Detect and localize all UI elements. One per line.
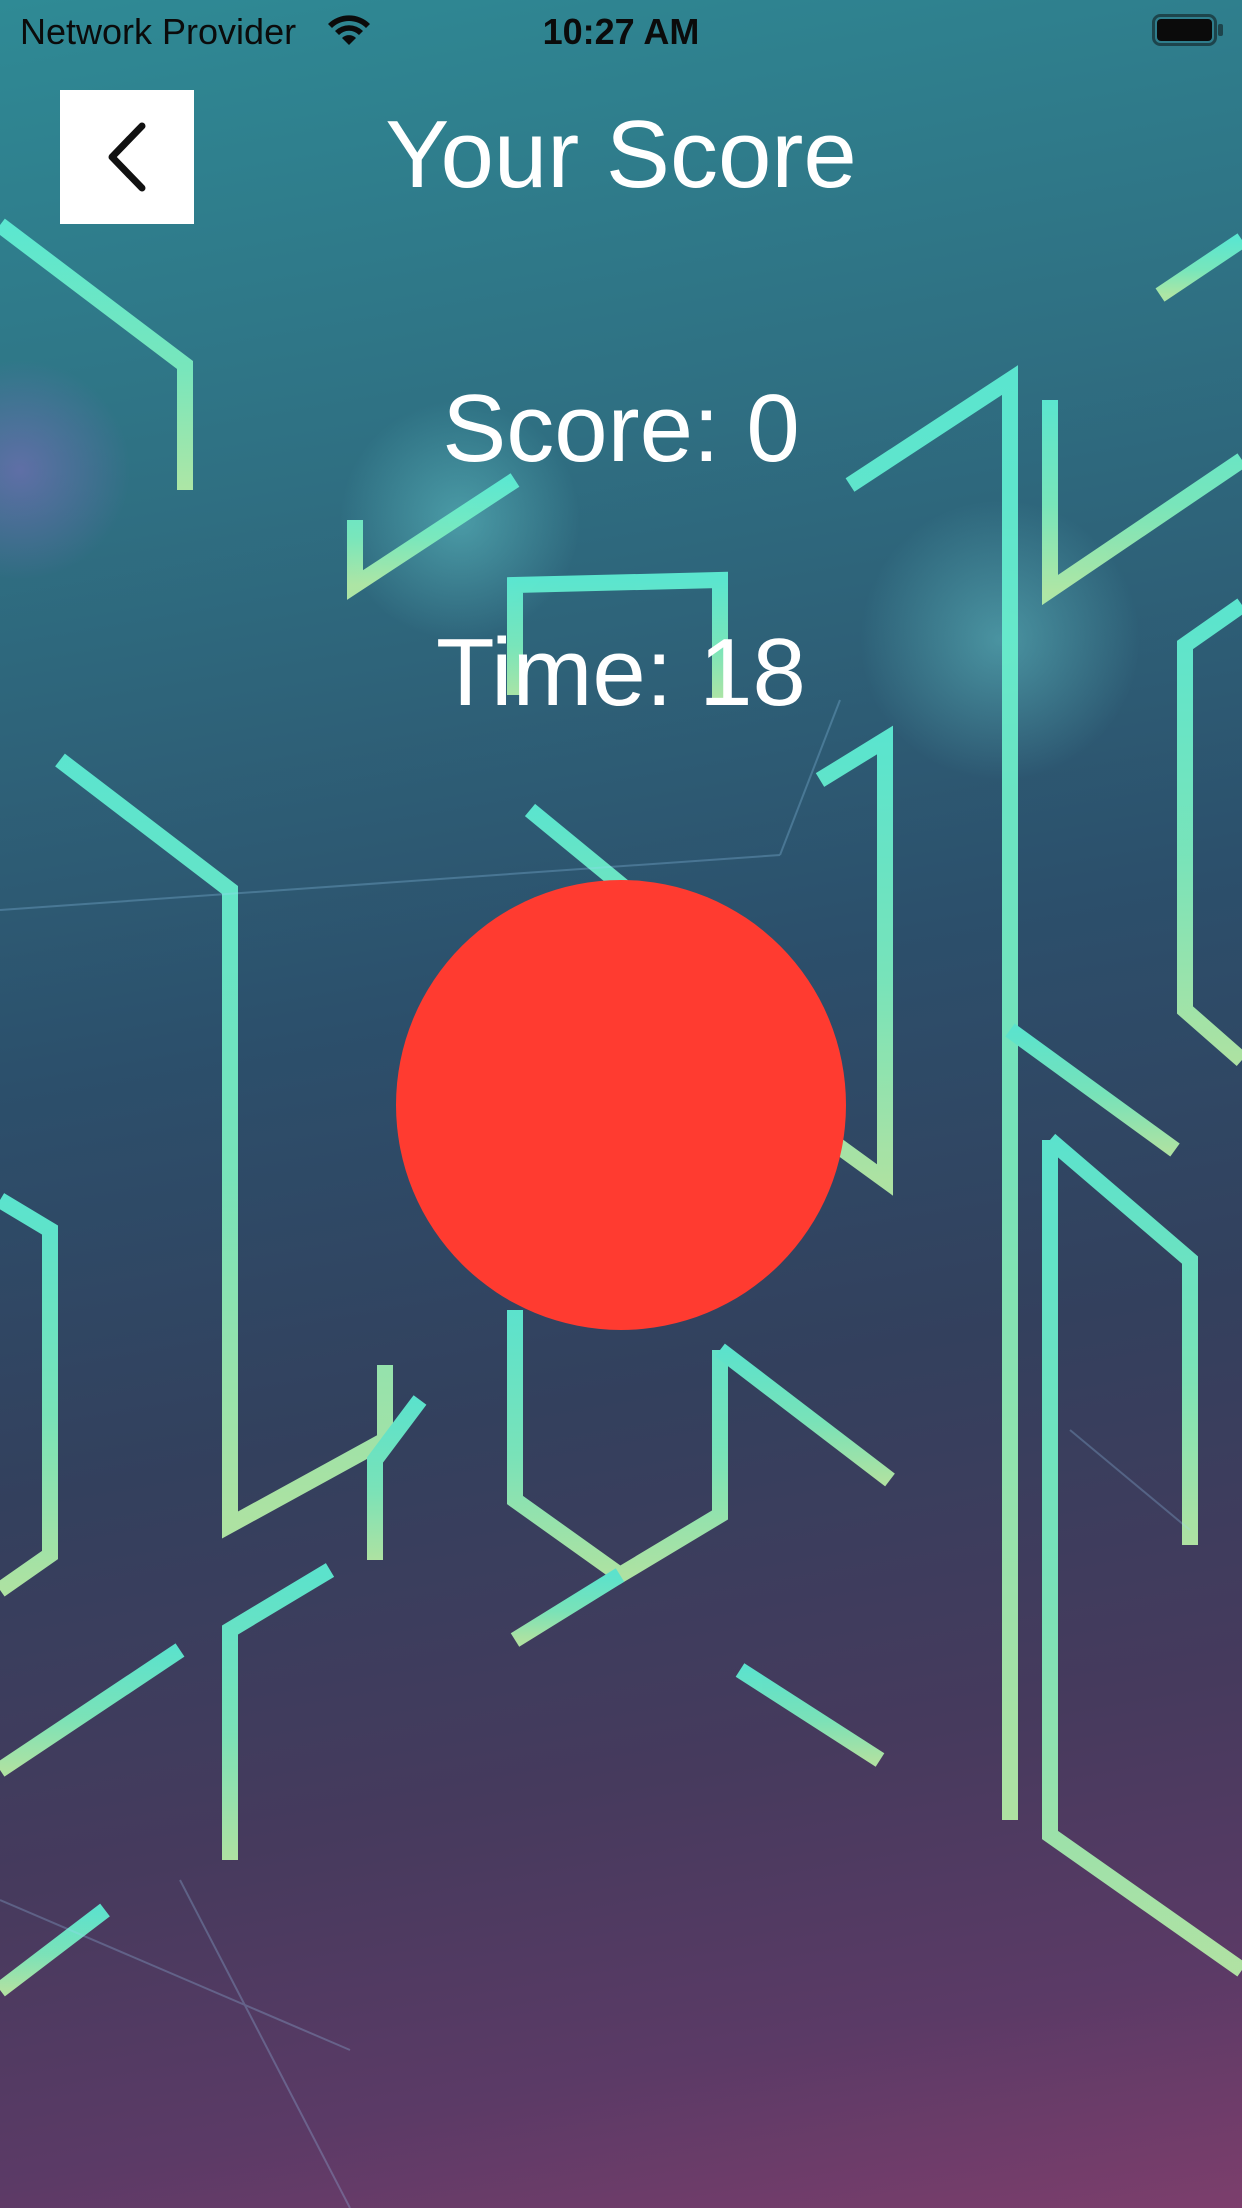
page-title: Your Score bbox=[385, 101, 857, 208]
status-time: 10:27 AM bbox=[542, 11, 700, 52]
battery-full-icon bbox=[1152, 14, 1223, 46]
status-bar: Network Provider 10:27 AM bbox=[0, 0, 1242, 60]
tap-target-circle[interactable] bbox=[396, 880, 846, 1330]
score-label: Score: 0 bbox=[442, 375, 800, 482]
time-label: Time: 18 bbox=[436, 619, 806, 726]
